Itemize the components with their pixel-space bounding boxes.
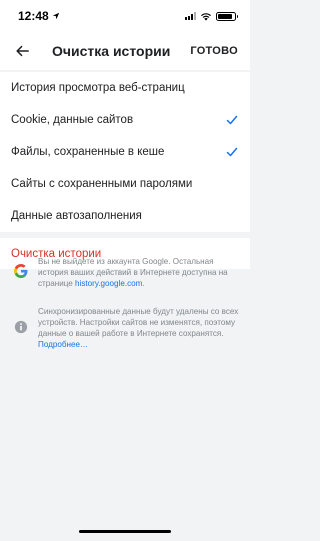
option-label: Файлы, сохраненные в кеше	[11, 146, 165, 158]
status-right	[185, 11, 238, 21]
option-saved-passwords[interactable]: Сайты с сохраненными паролями	[0, 168, 250, 200]
sync-note-text: Синхронизированные данные будут удалены …	[38, 306, 240, 350]
page-title: Очистка истории	[52, 43, 171, 59]
status-left: 12:48	[18, 9, 60, 23]
sync-note-body: Синхронизированные данные будут удалены …	[38, 307, 239, 338]
done-button[interactable]: ГОТОВО	[190, 45, 238, 57]
google-account-note: Вы не выйдете из аккаунта Google. Осталь…	[14, 256, 240, 289]
google-note-text: Вы не выйдете из аккаунта Google. Осталь…	[38, 256, 240, 289]
back-button[interactable]	[12, 41, 32, 61]
home-indicator	[79, 530, 171, 533]
option-label: Cookie, данные сайтов	[11, 114, 134, 126]
wifi-icon	[201, 12, 211, 21]
location-arrow-icon	[52, 12, 59, 20]
status-bar: 12:48	[0, 0, 250, 32]
option-cached-files[interactable]: Файлы, сохраненные в кеше	[0, 136, 250, 168]
battery-icon	[216, 11, 238, 21]
option-label: История просмотра веб-страниц	[11, 82, 185, 94]
option-browsing-history[interactable]: История просмотра веб-страниц	[0, 72, 250, 104]
clear-data-options: История просмотра веб-страниц Cookie, да…	[0, 72, 250, 232]
cellular-signal-icon	[185, 12, 196, 20]
toolbar: Очистка истории ГОТОВО	[0, 32, 250, 70]
google-note-suffix: .	[142, 279, 145, 288]
option-label: Данные автозаполнения	[11, 210, 142, 222]
back-arrow-icon	[16, 45, 29, 57]
learn-more-link[interactable]: Подробнее…	[38, 340, 88, 349]
google-g-icon	[14, 264, 28, 278]
checkmark-icon	[226, 147, 238, 157]
status-time: 12:48	[18, 9, 49, 23]
sync-note: Синхронизированные данные будут удалены …	[14, 306, 240, 350]
history-google-link[interactable]: history.google.com	[75, 279, 142, 288]
checkmark-icon	[226, 115, 238, 125]
option-autofill-data[interactable]: Данные автозаполнения	[0, 200, 250, 232]
option-cookies-site-data[interactable]: Cookie, данные сайтов	[0, 104, 250, 136]
info-icon	[14, 320, 28, 334]
battery-fill	[218, 13, 233, 19]
option-label: Сайты с сохраненными паролями	[11, 178, 193, 190]
